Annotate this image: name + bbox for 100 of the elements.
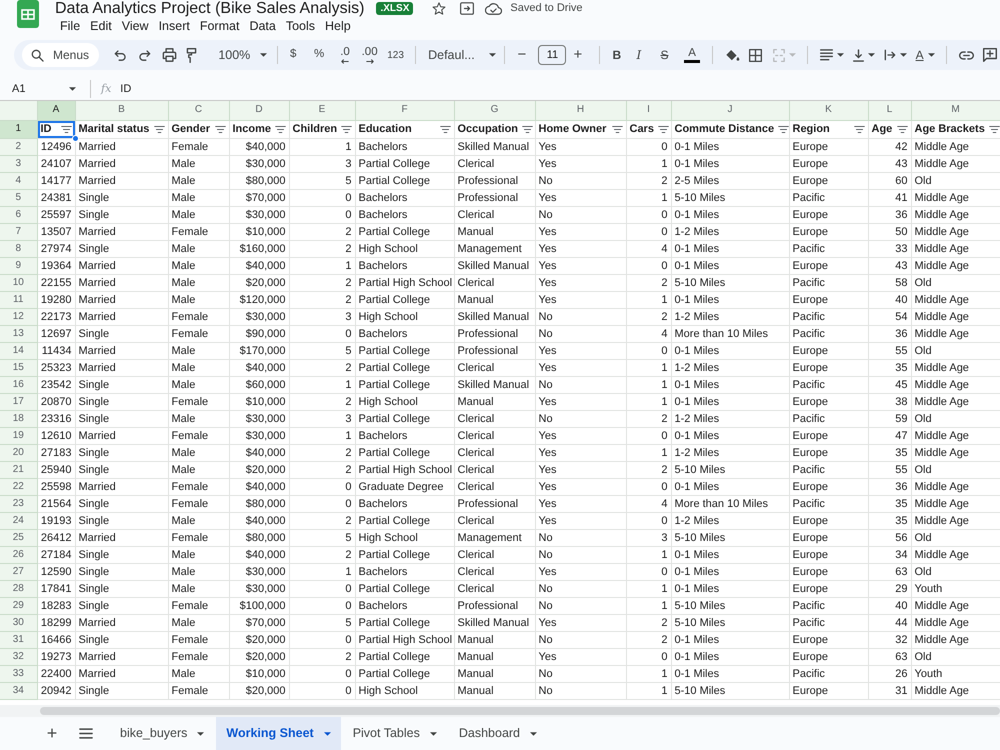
filter-icon[interactable] xyxy=(896,126,908,132)
row-number[interactable]: 34 xyxy=(0,682,37,699)
row-number[interactable]: 9 xyxy=(0,257,37,274)
filter-icon[interactable] xyxy=(154,126,164,132)
menu-item[interactable]: Edit xyxy=(85,17,117,35)
filter-icon[interactable] xyxy=(214,126,226,132)
row-number[interactable]: 5 xyxy=(0,189,37,206)
increase-decimal-button[interactable]: .00 xyxy=(358,43,380,67)
fill-handle[interactable] xyxy=(72,134,78,142)
horizontal-scrollbar[interactable] xyxy=(40,707,1000,715)
number-format-button[interactable]: 123 xyxy=(384,43,406,67)
percent-button[interactable]: % xyxy=(310,43,331,67)
menu-item[interactable]: Format xyxy=(194,17,244,35)
increase-size-button[interactable]: + xyxy=(570,43,590,67)
row-number[interactable]: 19 xyxy=(0,427,37,444)
menu-search-button[interactable]: Menus xyxy=(22,43,100,67)
sheets-logo-icon[interactable] xyxy=(17,0,39,28)
filter-icon[interactable] xyxy=(60,126,72,132)
column-header[interactable]: F xyxy=(355,101,454,120)
row-number[interactable]: 29 xyxy=(0,597,37,614)
sheet-tab[interactable]: Working Sheet xyxy=(216,717,341,750)
font-size-field[interactable]: 11 xyxy=(538,45,566,65)
row-number[interactable]: 15 xyxy=(0,359,37,376)
sheet-tab[interactable]: bike_buyers xyxy=(110,717,214,750)
row-number[interactable]: 18 xyxy=(0,410,37,427)
row-number[interactable]: 20 xyxy=(0,444,37,461)
column-header[interactable]: D xyxy=(229,101,289,120)
zoom-dropdown[interactable]: 100% xyxy=(215,43,268,67)
table-cell: Female xyxy=(168,325,229,342)
decrease-size-button[interactable]: − xyxy=(514,43,534,67)
filter-icon[interactable] xyxy=(854,126,864,132)
column-header[interactable]: B xyxy=(75,101,168,120)
column-header[interactable]: H xyxy=(535,101,626,120)
row-number[interactable]: 6 xyxy=(0,206,37,223)
row-number[interactable]: 2 xyxy=(0,138,37,155)
table-cell: $20,000 xyxy=(229,274,289,291)
row-number[interactable]: 13 xyxy=(0,325,37,342)
column-header[interactable]: G xyxy=(454,101,535,120)
strikethrough-button[interactable]: S xyxy=(657,43,678,67)
row-number[interactable]: 33 xyxy=(0,665,37,682)
filter-icon[interactable] xyxy=(341,126,352,132)
column-header[interactable]: E xyxy=(289,101,355,120)
row-number[interactable]: 12 xyxy=(0,308,37,325)
formula-field[interactable]: ID xyxy=(116,79,1000,99)
column-header[interactable]: K xyxy=(789,101,868,120)
row-number[interactable]: 17 xyxy=(0,393,37,410)
row-number[interactable]: 16 xyxy=(0,376,37,393)
bold-button[interactable]: B xyxy=(609,43,630,67)
document-title[interactable]: Data Analytics Project (Bike Sales Analysis) xyxy=(55,0,364,17)
row-number[interactable]: 30 xyxy=(0,614,37,631)
font-dropdown[interactable]: Defaul... xyxy=(425,43,496,67)
filter-icon[interactable] xyxy=(612,126,622,132)
column-header[interactable]: J xyxy=(671,101,789,120)
table-cell: 36 xyxy=(868,325,911,342)
row-number[interactable]: 24 xyxy=(0,512,37,529)
row-number[interactable]: 4 xyxy=(0,172,37,189)
row-number[interactable]: 25 xyxy=(0,529,37,546)
row-number[interactable]: 26 xyxy=(0,546,37,563)
sheet-tab[interactable]: Pivot Tables xyxy=(342,717,447,750)
menu-item[interactable]: Help xyxy=(320,17,356,35)
add-sheet-button[interactable]: + xyxy=(38,720,66,748)
row-number[interactable]: 11 xyxy=(0,291,37,308)
row-number[interactable]: 31 xyxy=(0,631,37,648)
row-number[interactable]: 21 xyxy=(0,461,37,478)
filter-icon[interactable] xyxy=(658,126,669,132)
currency-button[interactable]: $ xyxy=(286,43,307,67)
table-cell: Europe xyxy=(789,206,868,223)
filter-icon[interactable] xyxy=(440,126,450,132)
row-number[interactable]: 8 xyxy=(0,240,37,257)
filter-icon[interactable] xyxy=(522,126,534,132)
menu-item[interactable]: File xyxy=(55,17,86,35)
menu-item[interactable]: View xyxy=(116,17,154,35)
row-number[interactable]: 28 xyxy=(0,580,37,597)
row-number[interactable]: 1 xyxy=(0,120,37,138)
filter-icon[interactable] xyxy=(275,126,286,132)
italic-button[interactable]: I xyxy=(633,43,654,67)
row-number[interactable]: 27 xyxy=(0,563,37,580)
text-color-button[interactable]: A xyxy=(681,43,703,67)
filter-icon[interactable] xyxy=(778,126,788,132)
menu-item[interactable]: Data xyxy=(244,17,281,35)
menu-item[interactable]: Tools xyxy=(280,17,320,35)
column-header[interactable]: C xyxy=(168,101,229,120)
menu-item[interactable]: Insert xyxy=(154,17,195,35)
row-number[interactable]: 32 xyxy=(0,648,37,665)
column-header[interactable]: I xyxy=(626,101,671,120)
row-number[interactable]: 22 xyxy=(0,478,37,495)
name-box[interactable]: A1 xyxy=(8,79,80,99)
row-number[interactable]: 3 xyxy=(0,155,37,172)
row-number[interactable]: 14 xyxy=(0,342,37,359)
text-rotation-button[interactable]: A xyxy=(912,43,937,67)
column-header[interactable]: A xyxy=(37,101,75,120)
row-number[interactable]: 7 xyxy=(0,223,37,240)
column-header[interactable]: L xyxy=(868,101,911,120)
filter-icon[interactable] xyxy=(988,126,999,132)
row-number[interactable]: 10 xyxy=(0,274,37,291)
decrease-decimal-button[interactable]: .0 xyxy=(334,43,355,67)
column-header[interactable]: M xyxy=(911,101,1000,120)
table-cell: 1-2 Miles xyxy=(671,308,789,325)
sheet-tab[interactable]: Dashboard xyxy=(448,717,548,750)
row-number[interactable]: 23 xyxy=(0,495,37,512)
